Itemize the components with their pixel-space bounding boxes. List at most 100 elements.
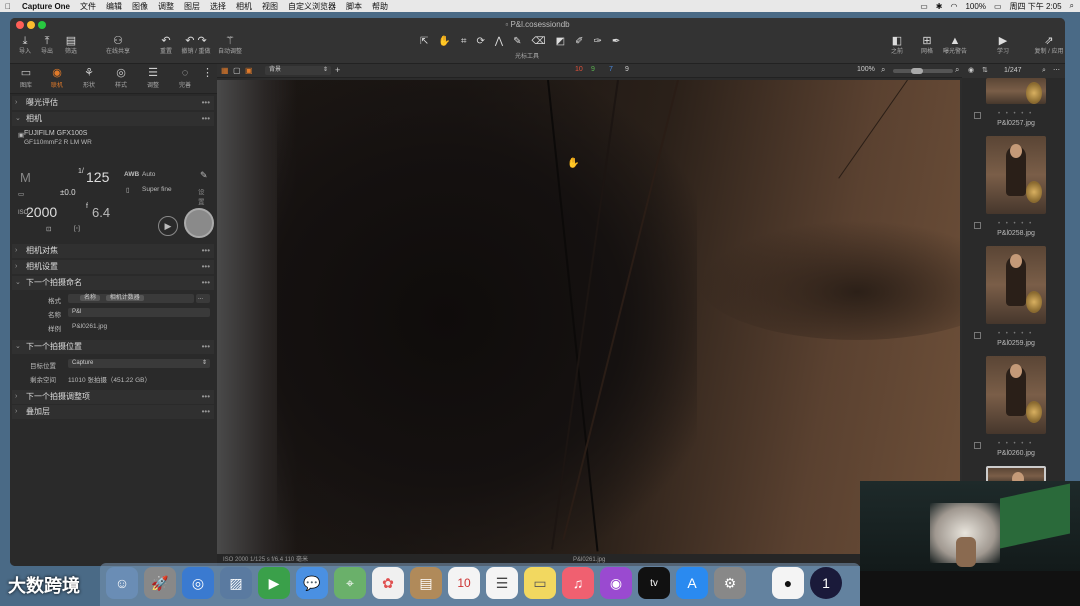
dock-safari-icon[interactable]: ◎ <box>182 567 214 599</box>
app-menu[interactable]: Capture One <box>22 2 70 11</box>
exposure-compensation[interactable]: ±0.0 <box>60 188 76 197</box>
annotate-icon[interactable]: ✒ <box>612 36 620 47</box>
section-menu-icon[interactable]: ••• <box>202 244 210 258</box>
compare-view-icon[interactable]: ▣ <box>245 66 253 75</box>
af-point-icon[interactable]: [◦] <box>74 225 80 232</box>
dock-facetime-icon[interactable]: ▶ <box>258 567 290 599</box>
undo-redo-button[interactable]: ↶ ↷ 撤销 / 重做 <box>178 34 214 56</box>
import-button[interactable]: ⤓ 导入 <box>14 34 36 56</box>
zoom-window-button[interactable] <box>38 21 46 29</box>
section-overlay[interactable]: › 叠加层 ••• <box>12 405 214 419</box>
thumb-checkbox[interactable] <box>974 332 981 339</box>
thumb-checkbox[interactable] <box>974 112 981 119</box>
thumb-rating[interactable]: • • • • • <box>998 221 1033 227</box>
pan-cursor-icon[interactable]: ✋ <box>438 36 450 47</box>
grid-button[interactable]: ⊞ 网格 <box>916 34 938 56</box>
format-more-button[interactable]: ... <box>196 294 210 303</box>
dock-photos-icon[interactable]: ✿ <box>372 567 404 599</box>
single-view-icon[interactable]: ▢ <box>233 66 241 75</box>
dock-notes-icon[interactable]: ▭ <box>524 567 556 599</box>
eraser-icon[interactable]: ⌫ <box>531 36 545 47</box>
section-menu-icon[interactable]: ••• <box>202 276 210 290</box>
wifi-icon[interactable]: ◠ <box>950 2 957 11</box>
shutter-speed[interactable]: 125 <box>86 169 109 185</box>
reset-button[interactable]: ↶ 重置 <box>155 34 177 56</box>
apple-icon[interactable]:  <box>5 2 11 11</box>
menu-help[interactable]: 帮助 <box>372 1 388 12</box>
brush-icon[interactable]: ✎ <box>513 36 521 47</box>
zoom-slider-handle[interactable] <box>911 68 923 74</box>
menu-adjust[interactable]: 调整 <box>158 1 174 12</box>
section-menu-icon[interactable]: ••• <box>202 340 210 354</box>
aperture-value[interactable]: 6.4 <box>92 205 110 220</box>
dock-capture-one-icon[interactable]: 1 <box>810 567 842 599</box>
export-button[interactable]: ⤒ 导出 <box>36 34 58 56</box>
exposure-mode[interactable]: M <box>20 170 31 185</box>
destination-select[interactable]: Capture ⇕ <box>68 359 210 368</box>
thumbnail-0257[interactable] <box>986 78 1046 104</box>
section-menu-icon[interactable]: ••• <box>202 405 210 419</box>
search-icon[interactable]: ⌕ <box>1042 64 1046 78</box>
format-token-counter[interactable]: 相机计数器 <box>105 295 144 301</box>
name-input[interactable]: P&l <box>68 308 210 317</box>
battery-percent[interactable]: 100% <box>965 2 985 11</box>
section-exposure-eval[interactable]: › 曝光评估 ••• <box>12 96 214 110</box>
image-viewer[interactable]: ✋ <box>217 80 960 554</box>
thumb-rating[interactable]: • • • • • <box>998 331 1033 337</box>
auto-adjust-button[interactable]: ⚚ 自动调整 <box>215 34 245 56</box>
dock-settings-icon[interactable]: ⚙ <box>714 567 746 599</box>
thumbnail-0258[interactable] <box>986 136 1046 214</box>
learn-button[interactable]: ▶ 学习 <box>992 34 1014 56</box>
exposure-warning-button[interactable]: ▲ 曝光警告 <box>940 34 970 56</box>
dock-qq-icon[interactable]: ● <box>772 567 804 599</box>
menu-view[interactable]: 视图 <box>262 1 278 12</box>
dock-maps-icon[interactable]: ⌖ <box>334 567 366 599</box>
quality-value[interactable]: Super fine <box>142 186 172 193</box>
filter-button[interactable]: ▤ 筛选 <box>60 34 82 56</box>
zoom-level[interactable]: 100% <box>857 66 875 73</box>
dock-music-icon[interactable]: ♫ <box>562 567 594 599</box>
grid-view-icon[interactable]: ▦ <box>221 66 229 75</box>
metering-icon[interactable]: ⊡ <box>46 225 51 233</box>
thumb-checkbox[interactable] <box>974 442 981 449</box>
menu-camera[interactable]: 相机 <box>236 1 252 12</box>
gradient-icon[interactable]: ◩ <box>556 36 565 47</box>
menu-select[interactable]: 选择 <box>210 1 226 12</box>
more-dots-icon[interactable]: ⋯ <box>1053 64 1060 78</box>
dock-messages-icon[interactable]: 💬 <box>296 567 328 599</box>
thumb-checkbox[interactable] <box>974 222 981 229</box>
section-camera-settings[interactable]: › 相机设置 ••• <box>12 260 214 274</box>
section-camera-focus[interactable]: › 相机对焦 ••• <box>12 244 214 258</box>
bluetooth-icon[interactable]: ✱ <box>936 2 943 11</box>
share-button[interactable]: ⚇ 在线共享 <box>100 34 136 56</box>
before-button[interactable]: ◧ 之前 <box>886 34 908 56</box>
eye-icon[interactable]: ◉ <box>968 64 974 78</box>
dock-preview-icon[interactable]: ▨ <box>220 567 252 599</box>
tab-tether[interactable]: ◉ 联机 <box>44 66 70 89</box>
format-token-name[interactable]: 名称 <box>80 295 101 301</box>
menu-file[interactable]: 文件 <box>80 1 96 12</box>
picker-icon[interactable]: ✑ <box>593 36 601 47</box>
section-menu-icon[interactable]: ••• <box>202 390 210 404</box>
zoom-slider[interactable] <box>893 69 953 73</box>
copy-apply-button[interactable]: ⇗ 复制 / 应用 <box>1034 34 1064 56</box>
dock-appstore-icon[interactable]: A <box>676 567 708 599</box>
section-menu-icon[interactable]: ••• <box>202 260 210 274</box>
section-next-capture-naming[interactable]: ⌄ 下一个拍摄命名 ••• <box>12 276 214 290</box>
menu-image[interactable]: 图像 <box>132 1 148 12</box>
video-record-button[interactable]: ▶ <box>158 216 178 236</box>
section-next-capture-location[interactable]: ⌄ 下一个拍摄位置 ••• <box>12 340 214 354</box>
tab-library[interactable]: ▭ 图库 <box>13 66 39 89</box>
rotate-icon[interactable]: ⟳ <box>476 36 484 47</box>
section-menu-icon[interactable]: ••• <box>202 112 210 126</box>
menu-custom-browser[interactable]: 自定义浏览器 <box>288 1 336 12</box>
eyedropper-icon[interactable]: ✎ <box>200 170 208 181</box>
zoom-out-icon[interactable]: ⌕ <box>881 65 885 75</box>
dock-contacts-icon[interactable]: ▤ <box>410 567 442 599</box>
style-select[interactable]: 背景 ⇕ <box>265 66 331 75</box>
thumb-rating[interactable]: • • • • • <box>998 111 1033 117</box>
section-camera[interactable]: ⌄ 相机 ••• <box>12 112 214 126</box>
tab-more-icon[interactable]: ⋮ <box>202 66 213 80</box>
format-field[interactable]: 名称 相机计数器 <box>68 294 194 303</box>
dock-launchpad-icon[interactable]: 🚀 <box>144 567 176 599</box>
